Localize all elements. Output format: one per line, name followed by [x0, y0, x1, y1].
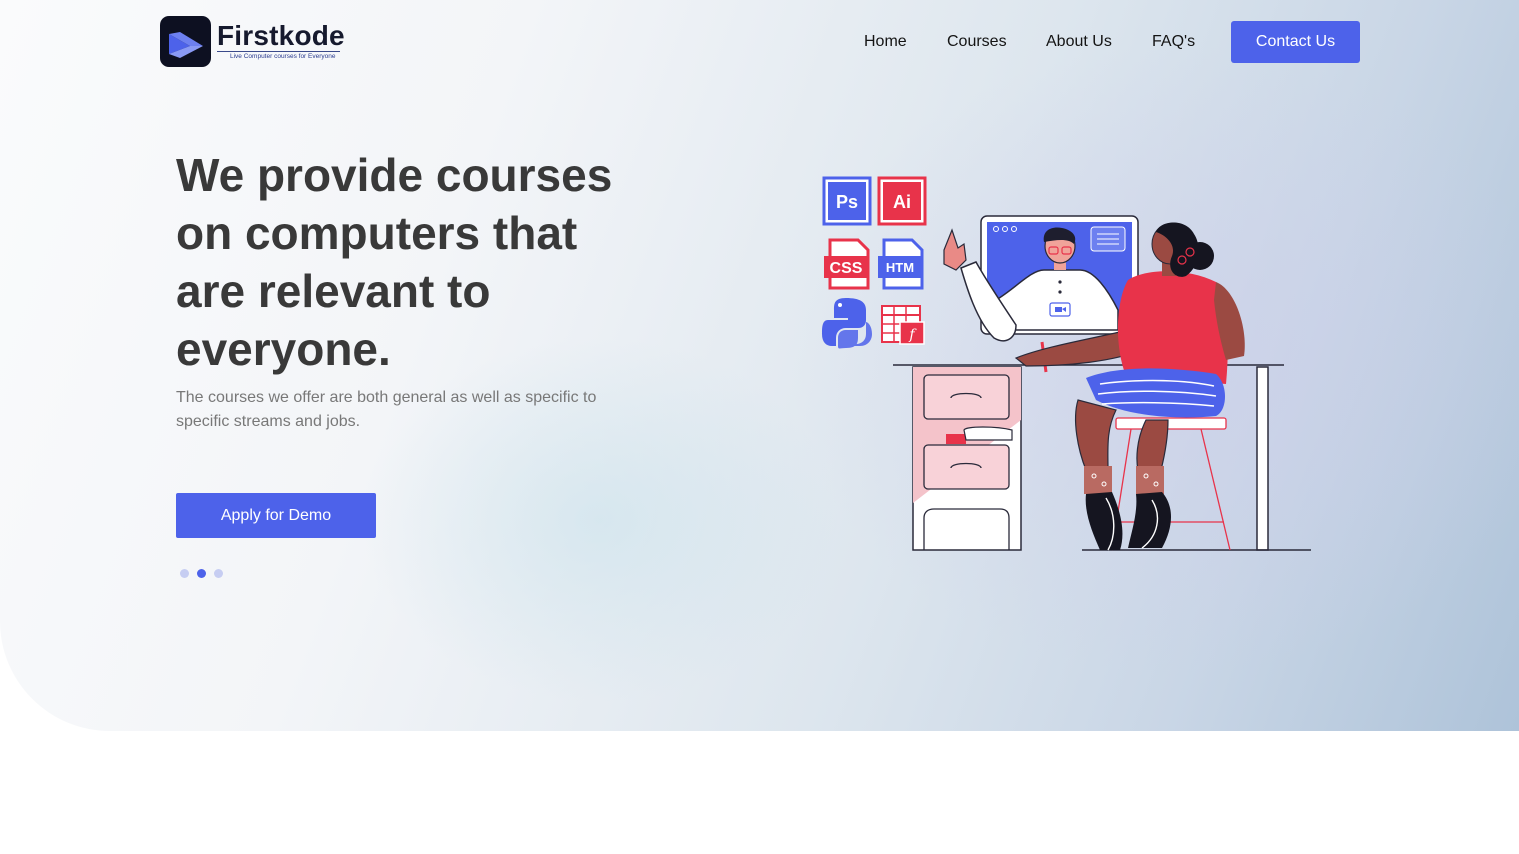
- nav-link-faqs[interactable]: FAQ's: [1152, 31, 1195, 53]
- carousel-dot-1[interactable]: [180, 569, 189, 578]
- svg-text:HTM: HTM: [886, 260, 914, 275]
- brand-divider: [217, 51, 340, 52]
- brand-name: Firstkode: [217, 20, 345, 51]
- carousel-dot-3[interactable]: [214, 569, 223, 578]
- html-file-icon: HTM: [878, 238, 924, 290]
- nav-link-about-us[interactable]: About Us: [1046, 31, 1112, 53]
- svg-text:CSS: CSS: [830, 260, 863, 277]
- hero-headline: We provide courses on computers that are…: [176, 149, 613, 375]
- python-icon: [822, 298, 872, 349]
- brand-logo[interactable]: Firstkode Live Computer courses for Ever…: [160, 16, 350, 68]
- hero-illustration: Ps Ai CSS HTM f: [822, 176, 1311, 551]
- hero-section: Firstkode Live Computer courses for Ever…: [0, 0, 1519, 731]
- logo-icon: [160, 16, 211, 67]
- photoshop-icon: Ps: [822, 176, 872, 226]
- nav-link-courses[interactable]: Courses: [947, 31, 1007, 53]
- nav-link-home[interactable]: Home: [864, 31, 907, 53]
- carousel-dot-2[interactable]: [197, 569, 206, 578]
- spreadsheet-formula-icon: f: [881, 305, 925, 345]
- brand-tagline: Live Computer courses for Everyone: [230, 53, 336, 60]
- svg-text:Ai: Ai: [893, 192, 911, 212]
- contact-us-button[interactable]: Contact Us: [1231, 21, 1360, 63]
- svg-text:Ps: Ps: [836, 192, 858, 212]
- apply-for-demo-button[interactable]: Apply for Demo: [176, 493, 376, 538]
- chair: [1111, 417, 1231, 551]
- css-file-icon: CSS: [824, 238, 870, 290]
- illustrator-icon: Ai: [877, 176, 927, 226]
- hero-subtext: The courses we offer are both general as…: [176, 389, 597, 430]
